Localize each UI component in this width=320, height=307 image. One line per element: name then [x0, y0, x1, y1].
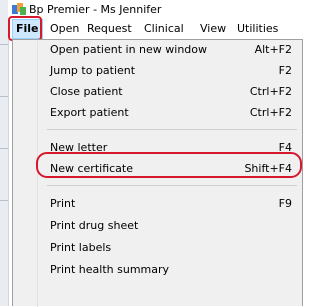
menu-item-label: Print health summary [50, 263, 170, 276]
menu-utilities[interactable]: Utilities [234, 19, 281, 39]
menu-item-shortcut: Ctrl+F2 [249, 85, 292, 98]
menu-item-print-drug-sheet[interactable]: Print drug sheet [13, 216, 302, 236]
menu-open[interactable]: Open [47, 19, 82, 39]
menu-item-label: Export patient [50, 106, 129, 119]
menu-item-label: Jump to patient [50, 64, 136, 77]
menu-item-shortcut: Alt+F2 [254, 43, 292, 56]
menu-item-print-labels[interactable]: Print labels [13, 238, 302, 258]
menu-item-label: Open patient in new window [50, 43, 208, 56]
window-title: Bp Premier - Ms Jennifer [29, 3, 162, 16]
menu-item-label: Close patient [50, 85, 123, 98]
menu-item-print[interactable]: Print F9 [13, 194, 302, 214]
edge-tick [0, 44, 8, 45]
edge-tick [0, 96, 8, 97]
bp-premier-app-icon [12, 3, 26, 15]
menu-item-print-health-summary[interactable]: Print health summary [13, 260, 302, 280]
menu-item-shortcut: Ctrl+F2 [249, 106, 292, 119]
file-menu-highlight [8, 16, 42, 41]
menu-item-jump-to-patient[interactable]: Jump to patient F2 [13, 61, 302, 81]
menu-separator [47, 185, 297, 186]
menu-request[interactable]: Request [84, 19, 135, 39]
menu-separator [47, 129, 297, 130]
edge-tick [0, 200, 8, 201]
menu-item-label: Print [50, 197, 76, 210]
edge-tick [0, 148, 8, 149]
menu-item-shortcut: F9 [278, 197, 292, 210]
menu-bar: File Open Request Clinical View Utilitie… [8, 19, 303, 39]
menu-item-label: Print drug sheet [50, 219, 139, 232]
menu-item-shortcut: F2 [278, 64, 292, 77]
new-letter-highlight [36, 152, 302, 178]
menu-clinical[interactable]: Clinical [141, 19, 187, 39]
menu-item-label: Print labels [50, 241, 112, 254]
left-window-edge [0, 0, 9, 306]
menu-item-close-patient[interactable]: Close patient Ctrl+F2 [13, 82, 302, 102]
menu-item-export-patient[interactable]: Export patient Ctrl+F2 [13, 103, 302, 123]
menu-view[interactable]: View [197, 19, 229, 39]
menu-item-open-patient-new-window[interactable]: Open patient in new window Alt+F2 [13, 40, 302, 60]
title-bar: Bp Premier - Ms Jennifer [8, 0, 303, 19]
